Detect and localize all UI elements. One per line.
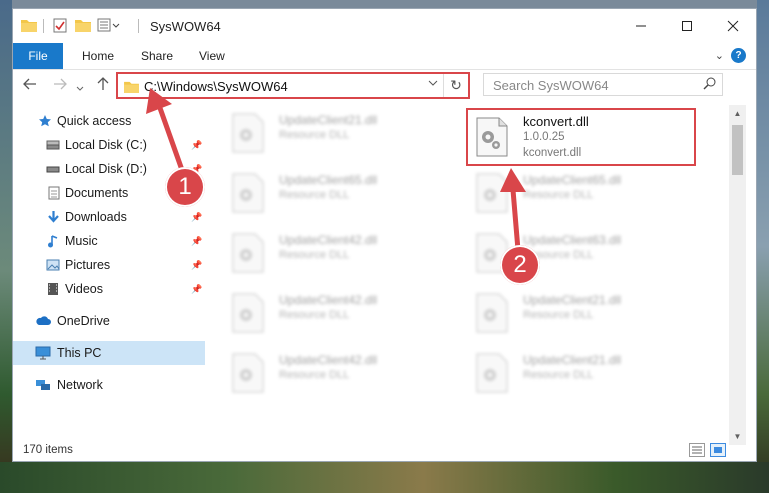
callout-1: 1 xyxy=(165,167,205,207)
callout-2: 2 xyxy=(500,245,540,285)
arrow-line-1 xyxy=(157,107,185,171)
annotation-arrows xyxy=(146,88,526,251)
arrow-line-2 xyxy=(510,189,521,251)
arrow-head-2 xyxy=(500,168,526,192)
